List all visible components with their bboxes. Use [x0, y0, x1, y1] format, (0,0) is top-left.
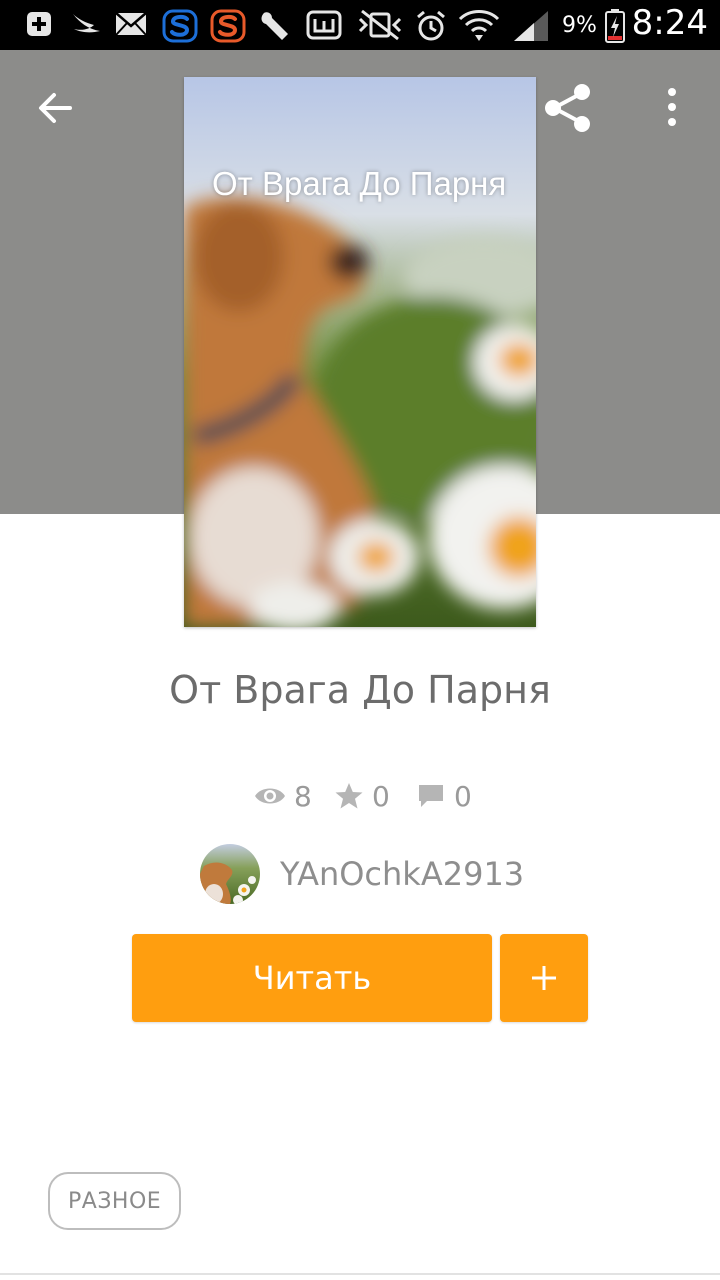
back-button[interactable] — [30, 82, 82, 134]
views-stat: 8 — [254, 776, 312, 816]
more-vertical-icon — [668, 88, 676, 126]
battery-percent: 9% — [562, 13, 597, 38]
mute-vibrate-icon — [358, 9, 402, 41]
plus-icon — [532, 966, 556, 990]
share-icon — [545, 84, 590, 132]
s-app-blue-icon — [162, 9, 198, 43]
status-clock: 8:24 — [631, 3, 708, 43]
author-avatar[interactable] — [200, 844, 260, 904]
story-stats: 8 0 0 — [0, 776, 720, 816]
author-link[interactable]: YAnOchkA2913 — [200, 843, 524, 905]
avatar-image — [200, 844, 260, 904]
read-button[interactable]: Читать — [132, 934, 492, 1022]
status-bar: 9% 8:24 — [0, 0, 720, 50]
comments-stat: 0 — [416, 776, 472, 816]
swift-icon — [73, 14, 100, 33]
story-title: От Врага До Парня — [169, 668, 551, 712]
mail-icon — [115, 12, 147, 36]
story-cover[interactable]: От Врага До Парня — [184, 77, 536, 627]
battery-charging-icon — [605, 9, 625, 43]
s-app-orange-icon — [210, 9, 246, 43]
more-options-button[interactable] — [652, 80, 692, 136]
comment-icon — [419, 785, 443, 807]
signal-icon — [514, 11, 548, 41]
wifi-icon — [458, 10, 500, 41]
comments-count: 0 — [454, 779, 472, 813]
votes-stat: 0 — [334, 776, 390, 816]
author-name[interactable]: YAnOchkA2913 — [280, 855, 524, 893]
wrench-icon — [261, 12, 288, 40]
views-count: 8 — [294, 779, 312, 813]
share-button[interactable] — [540, 80, 596, 136]
cover-title: От Врага До Парня — [212, 165, 507, 202]
alarm-icon — [417, 10, 445, 41]
add-to-library-button[interactable] — [500, 934, 588, 1022]
votes-count: 0 — [372, 779, 390, 813]
tag-chip[interactable]: РАЗНОЕ — [48, 1172, 182, 1230]
arrow-left-icon — [39, 93, 72, 123]
divider — [0, 1273, 720, 1275]
w-app-icon — [306, 10, 342, 40]
add-notification-icon — [27, 12, 51, 36]
star-icon — [335, 783, 363, 809]
eye-icon — [255, 788, 285, 804]
